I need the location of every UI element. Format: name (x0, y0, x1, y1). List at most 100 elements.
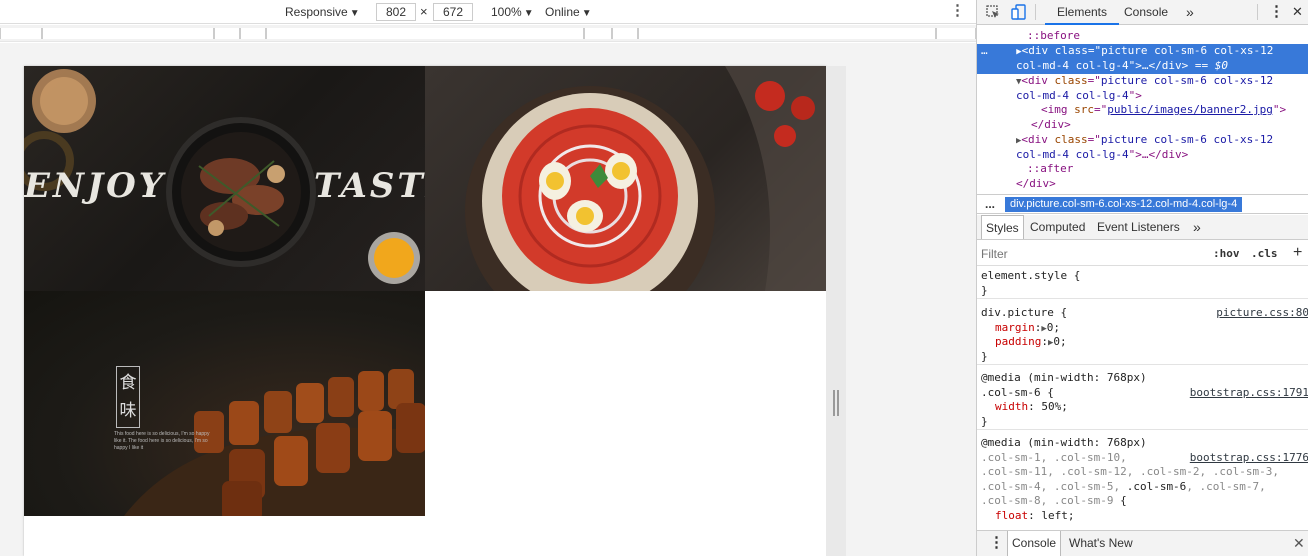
devtools-menu-icon[interactable]: ⋮ (1269, 0, 1284, 25)
new-rule-icon[interactable]: + (1293, 241, 1302, 265)
rule-selector-cont: .col-sm-11, .col-sm-12, .col-sm-2, .col-… (981, 465, 1280, 478)
tab-console[interactable]: Console (1124, 0, 1168, 25)
title-char-1: 食 (119, 373, 137, 393)
network-throttle-select[interactable]: Online ▼ (545, 0, 592, 24)
media-query-segment[interactable] (638, 28, 936, 39)
media-query-segment[interactable] (266, 28, 584, 39)
styles-filter-bar: :hov .cls + (977, 241, 1308, 266)
media-query-segment[interactable] (0, 28, 42, 39)
title-char-2: 味 (119, 401, 137, 421)
media-query-segment[interactable] (584, 28, 612, 39)
tree-node-collapsed-cont[interactable]: col-md-4 col-lg-4">…</div> (977, 148, 1308, 163)
tree-node-expanded[interactable]: ▼<div class="picture col-sm-6 col-xs-12 (977, 74, 1308, 89)
attr-eq: =" (1087, 44, 1102, 57)
breadcrumb-overflow[interactable]: ... (985, 195, 995, 213)
banner-image-salad[interactable] (425, 66, 826, 291)
breadcrumb-item-selected[interactable]: div.picture.col-sm-6.col-xs-12.col-md-4.… (1005, 197, 1243, 212)
device-emulation-area: Responsive▼ 802 × 672 100%▼ Online▼ ⋮ (0, 0, 976, 556)
style-rule-picture[interactable]: div.picture { picture.css:80 margin:▶0; … (977, 306, 1308, 365)
styles-pane[interactable]: element.style { } div.picture { picture.… (977, 267, 1308, 530)
banner-image-enjoy-taste[interactable]: ENJOY TASTE (24, 66, 425, 291)
drawer-tab-whats-new[interactable]: What's New (1065, 531, 1137, 556)
tree-node-close[interactable]: </div> (977, 118, 1308, 133)
rule-header: .col-sm-1, .col-sm-10, bootstrap.css:177… (977, 451, 1308, 466)
selector-dim: .col-sm-4, .col-sm-5, (981, 479, 1127, 493)
attr-value: picture col-sm-6 col-xs-12 (1100, 133, 1274, 146)
styles-filter-input[interactable] (981, 245, 1181, 262)
banner-image-dessert[interactable]: 食 味 This food here is so delicious, I'm … (24, 291, 425, 516)
zoom-label: 100% (491, 5, 522, 19)
tab-event-listeners[interactable]: Event Listeners (1093, 215, 1184, 239)
tree-node-img[interactable]: <img src="public/images/banner2.jpg"> (977, 103, 1308, 118)
close-devtools-icon[interactable]: ✕ (1292, 0, 1303, 25)
width-input[interactable]: 802 (376, 3, 416, 21)
device-toolbar-icon[interactable] (1011, 4, 1027, 20)
hover-state-button[interactable]: :hov (1213, 241, 1240, 266)
media-query-segment[interactable] (240, 28, 266, 39)
rule-source-link[interactable]: picture.css:80 (1216, 306, 1308, 321)
caret-down-icon: ▼ (349, 8, 360, 19)
tree-node-before[interactable]: ::before (977, 29, 1308, 44)
rule-selector-cont: .col-sm-8, .col-sm-9 { (977, 494, 1308, 509)
rule-header: div.picture { picture.css:80 (977, 306, 1308, 321)
node-actions-icon[interactable]: … (981, 44, 988, 57)
media-query-segment[interactable] (936, 28, 976, 39)
attr-value: picture col-sm-6 col-xs-12 (1101, 44, 1274, 57)
style-rule-element[interactable]: element.style { } (977, 269, 1308, 299)
inspect-element-icon[interactable] (985, 4, 1001, 20)
rule-selector: .col-sm-6 { (981, 385, 1054, 399)
device-mode-select[interactable]: Responsive ▼ (285, 0, 360, 24)
devtools-panel: Elements Console » ⋮ ✕ ::before … ▶<div … (976, 0, 1308, 556)
close-drawer-icon[interactable]: ✕ (1293, 531, 1305, 555)
tree-node-selected[interactable]: … ▶<div class="picture col-sm-6 col-xs-1… (977, 44, 1308, 59)
rule-source-link[interactable]: bootstrap.css:1776 (1190, 451, 1308, 466)
attr-value: picture col-sm-6 col-xs-12 (1100, 74, 1274, 87)
more-tabs-icon[interactable]: » (1189, 215, 1205, 239)
media-query-segment[interactable] (214, 28, 240, 39)
tree-node-parent-close[interactable]: </div> (977, 177, 1308, 192)
network-label: Online (545, 5, 580, 19)
drawer-menu-icon[interactable]: ⋮ (985, 531, 1008, 556)
rule-property[interactable]: margin:▶0; (977, 321, 1308, 336)
more-options-icon[interactable]: ⋮ (950, 0, 965, 24)
toolbar-divider (1035, 4, 1036, 20)
media-query-bar[interactable] (0, 25, 976, 42)
attr-value-cont: col-md-4 col-lg-4 (1016, 89, 1129, 102)
rule-open: { (1113, 494, 1127, 507)
tab-computed[interactable]: Computed (1026, 215, 1089, 239)
rule-selector: element.style { (981, 269, 1081, 282)
zoom-select[interactable]: 100% ▼ (491, 0, 534, 24)
property-name: padding (995, 335, 1042, 348)
height-input[interactable]: 672 (433, 3, 473, 21)
drawer-tab-console[interactable]: Console (1007, 531, 1062, 556)
tag-open: <img (1041, 103, 1075, 116)
rule-property[interactable]: float: left; (977, 509, 1308, 524)
viewport-resize-handle[interactable] (833, 390, 839, 416)
tree-node-selected-cont[interactable]: col-md-4 col-lg-4">…</div> == $0 (977, 59, 1308, 74)
viewport-scrollbar[interactable] (826, 66, 846, 556)
tab-styles[interactable]: Styles (981, 215, 1024, 239)
style-rule-col-sm-6[interactable]: @media (min-width: 768px) .col-sm-6 { bo… (977, 371, 1308, 430)
device-viewport[interactable]: ENJOY TASTE (24, 66, 826, 556)
tag-open: <div (1021, 74, 1055, 87)
style-rule-col-sm-group[interactable]: @media (min-width: 768px) .col-sm-1, .co… (977, 436, 1308, 523)
class-toggle-button[interactable]: .cls (1251, 241, 1278, 266)
tab-elements[interactable]: Elements (1045, 0, 1119, 25)
rule-property[interactable]: width: 50%; (977, 400, 1308, 415)
rule-header: .col-sm-6 { bootstrap.css:1791 (977, 386, 1308, 401)
tree-node-collapsed[interactable]: ▶<div class="picture col-sm-6 col-xs-12 (977, 133, 1308, 148)
tree-node-after[interactable]: ::after (977, 162, 1308, 177)
dessert-caption: This food here is so delicious, I'm so h… (114, 431, 210, 451)
rule-selector: div.picture { (981, 306, 1068, 319)
rule-source-link[interactable]: bootstrap.css:1791 (1190, 386, 1308, 401)
media-query-segment[interactable] (42, 28, 214, 39)
selector-match: .col-sm-6 (1126, 479, 1187, 493)
tree-node-expanded-cont[interactable]: col-md-4 col-lg-4"> (977, 89, 1308, 104)
img-src-link[interactable]: public/images/banner2.jpg (1107, 103, 1273, 116)
rule-property[interactable]: padding:▶0; (977, 335, 1308, 350)
more-tabs-icon[interactable]: » (1186, 0, 1194, 25)
media-query-segment[interactable] (612, 28, 638, 39)
selector-dim: .col-sm-8, .col-sm-9 (981, 494, 1114, 507)
dom-tree[interactable]: ::before … ▶<div class="picture col-sm-6… (977, 26, 1308, 194)
tag-close: "> (1272, 103, 1287, 116)
